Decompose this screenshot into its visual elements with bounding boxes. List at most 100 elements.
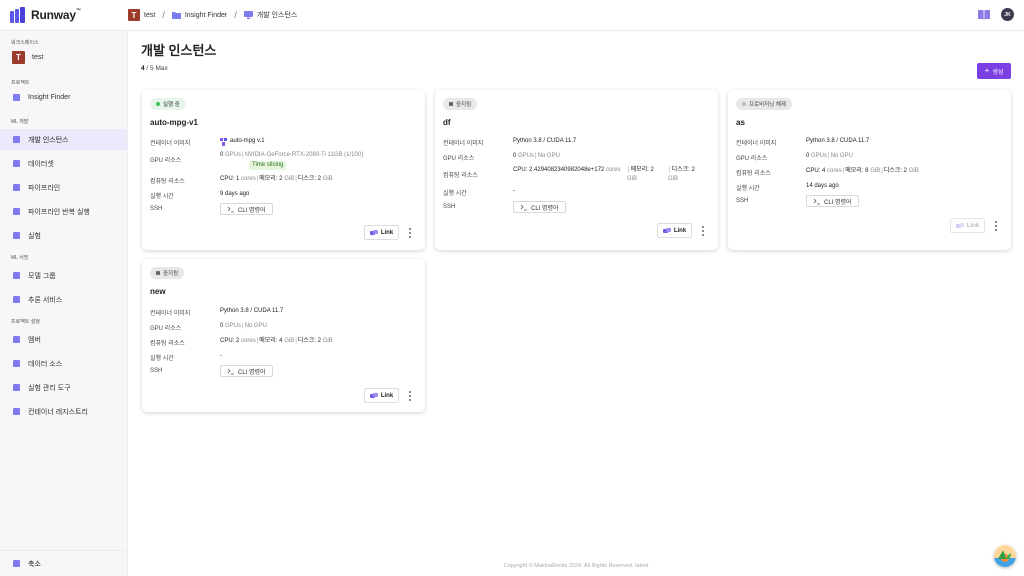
- inference-icon: [12, 295, 21, 304]
- running-dot-icon: [156, 102, 160, 106]
- collapse-icon: [12, 559, 21, 568]
- value-container-image: auto-mpg v.1: [220, 137, 265, 146]
- sidebar-item-project[interactable]: Insight Finder: [0, 87, 127, 108]
- sidebar-item-datasets[interactable]: 데이터셋: [0, 153, 127, 174]
- brand-name: Runway™: [31, 8, 81, 22]
- sidebar-item-inference-services[interactable]: 추론 서비스: [0, 289, 127, 310]
- label-compute: 컴퓨팅 리소스: [150, 341, 185, 347]
- link-icon: [955, 222, 964, 228]
- deprovisioned-dot-icon: [742, 102, 746, 106]
- breadcrumb-current: 개발 인스턴스: [243, 10, 297, 20]
- container-icon: [12, 407, 21, 416]
- instance-card[interactable]: 실행 중 auto-mpg-v1 컨테이너 이미지 auto-mpg v.1 G…: [142, 90, 425, 250]
- sidebar-item-dev-instances[interactable]: 개발 인스턴스: [0, 129, 127, 150]
- label-compute: 컴퓨팅 리소스: [736, 171, 771, 177]
- label-ssh: SSH: [736, 198, 749, 204]
- label-gpu: GPU 리소스: [150, 158, 182, 164]
- link-icon: [369, 392, 378, 398]
- brand[interactable]: Runway™: [0, 0, 128, 31]
- link-button[interactable]: Link: [950, 218, 985, 233]
- more-menu-icon[interactable]: [407, 227, 413, 239]
- sidebar-item-data-sources[interactable]: 데이터 소스: [0, 353, 127, 374]
- label-compute: 컴퓨팅 리소스: [150, 179, 185, 185]
- user-avatar[interactable]: JK: [1001, 8, 1014, 21]
- breadcrumb-separator: /: [162, 10, 165, 20]
- value-gpu: 0 GPUs|No GPU: [513, 153, 560, 159]
- breadcrumb-project[interactable]: Insight Finder: [171, 11, 227, 19]
- chat-assistant-icon[interactable]: [994, 545, 1016, 567]
- monitor-icon: [243, 11, 253, 19]
- cli-command-button[interactable]: CLI 명령어: [220, 203, 273, 215]
- data-source-icon: [12, 359, 21, 368]
- value-gpu: 0 GPUs|No GPU: [806, 153, 853, 159]
- label-container-image: 컨테이너 이미지: [150, 311, 191, 317]
- link-icon: [662, 227, 671, 233]
- sidebar-section-workspace: 워크스페이스: [11, 39, 39, 46]
- value-container-image: Python 3.8 / CUDA 11.7: [220, 308, 284, 314]
- sidebar-item-experiment-tools[interactable]: 실험 관리 도구: [0, 377, 127, 398]
- terminal-icon: [520, 204, 527, 210]
- value-runtime: -: [220, 353, 222, 359]
- instance-card[interactable]: 중지됨 df 컨테이너 이미지 Python 3.8 / CUDA 11.7 G…: [435, 90, 718, 250]
- sidebar-item-model-groups[interactable]: 모델 그룹: [0, 265, 127, 286]
- main-content: 개발 인스턴스 4 / 5 Max + 생성 실행 중 auto-mpg-v1 …: [128, 31, 1024, 576]
- link-icon: [369, 229, 378, 235]
- model-group-icon: [12, 271, 21, 280]
- folder-icon: [12, 93, 21, 102]
- more-menu-icon[interactable]: [993, 220, 999, 232]
- members-icon: [12, 335, 21, 344]
- more-menu-icon[interactable]: [700, 225, 706, 237]
- dataset-icon: [12, 159, 21, 168]
- sidebar-item-workspace[interactable]: T test: [0, 47, 127, 67]
- cli-command-button[interactable]: CLI 명령어: [806, 195, 859, 207]
- breadcrumb-separator: /: [234, 10, 237, 20]
- header-actions: JK: [977, 8, 1014, 21]
- label-runtime: 실행 시간: [736, 186, 760, 192]
- status-badge: 실행 중: [150, 98, 186, 110]
- sidebar-item-pipelines[interactable]: 파이프라인: [0, 177, 127, 198]
- instance-count: 4 / 5 Max: [141, 65, 168, 72]
- breadcrumb-workspace[interactable]: T test: [128, 9, 155, 21]
- top-bar: Runway™ T test / Insight Finder / 개발 인스턴…: [0, 0, 1024, 31]
- sidebar-item-members[interactable]: 멤버: [0, 329, 127, 350]
- create-button[interactable]: + 생성: [977, 63, 1011, 79]
- cli-command-button[interactable]: CLI 명령어: [220, 365, 273, 377]
- sidebar: 워크스페이스 T test 프로젝트 Insight Finder ML 개발 …: [0, 31, 128, 576]
- sidebar-item-pipeline-runs[interactable]: 파이프라인 반복 실행: [0, 201, 127, 222]
- sidebar-section-project-settings: 프로젝트 설정: [11, 318, 40, 325]
- value-compute-cpu: CPU: 2.4294082340982048e+172 cores: [513, 167, 621, 173]
- label-ssh: SSH: [443, 204, 456, 210]
- status-badge: 프로비저닝 해제: [736, 98, 792, 110]
- label-gpu: GPU 리소스: [736, 156, 768, 162]
- flask-icon: [12, 231, 21, 240]
- instance-card[interactable]: 중지됨 new 컨테이너 이미지 Python 3.8 / CUDA 11.7 …: [142, 259, 425, 412]
- sidebar-item-container-registry[interactable]: 컨테이너 레지스트리: [0, 401, 127, 422]
- value-container-image: Python 3.8 / CUDA 11.7: [806, 138, 870, 144]
- label-runtime: 실행 시간: [443, 191, 467, 197]
- value-gpu: 0 GPUs|No GPU: [220, 323, 267, 329]
- terminal-icon: [227, 206, 234, 212]
- link-button[interactable]: Link: [364, 225, 399, 240]
- cli-command-button[interactable]: CLI 명령어: [513, 201, 566, 213]
- sidebar-item-experiments[interactable]: 실험: [0, 225, 127, 246]
- value-runtime: -: [513, 188, 515, 194]
- link-button[interactable]: Link: [364, 388, 399, 403]
- value-runtime: 9 days ago: [220, 191, 250, 197]
- value-compute: CPU: 2 cores|메모리: 4 GiB|디스크: 2 GiB: [220, 338, 333, 344]
- workspace-badge: T: [128, 9, 140, 21]
- label-gpu: GPU 리소스: [443, 156, 475, 162]
- terminal-icon: [227, 368, 234, 374]
- instance-card[interactable]: 프로비저닝 해제 as 컨테이너 이미지 Python 3.8 / CUDA 1…: [728, 90, 1011, 250]
- status-badge: 중지됨: [150, 267, 185, 279]
- book-icon[interactable]: [977, 9, 991, 20]
- time-slicing-tag: Time slicing: [249, 161, 287, 170]
- more-menu-icon[interactable]: [407, 390, 413, 402]
- value-compute: CPU: 4 cores|메모리: 8 GiB|디스크: 2 GiB: [806, 168, 919, 174]
- link-button[interactable]: Link: [657, 223, 692, 238]
- label-container-image: 컨테이너 이미지: [443, 141, 484, 147]
- footer-copyright: Copyright © MakinaRocks 2024. All Rights…: [503, 563, 649, 569]
- sidebar-collapse-button[interactable]: 축소: [0, 550, 127, 576]
- label-container-image: 컨테이너 이미지: [150, 141, 191, 147]
- value-gpu: 0 GPUs|NVIDIA-GeForce-RTX-2080-Ti 11GB (…: [220, 152, 364, 170]
- workspace-badge: T: [12, 50, 25, 64]
